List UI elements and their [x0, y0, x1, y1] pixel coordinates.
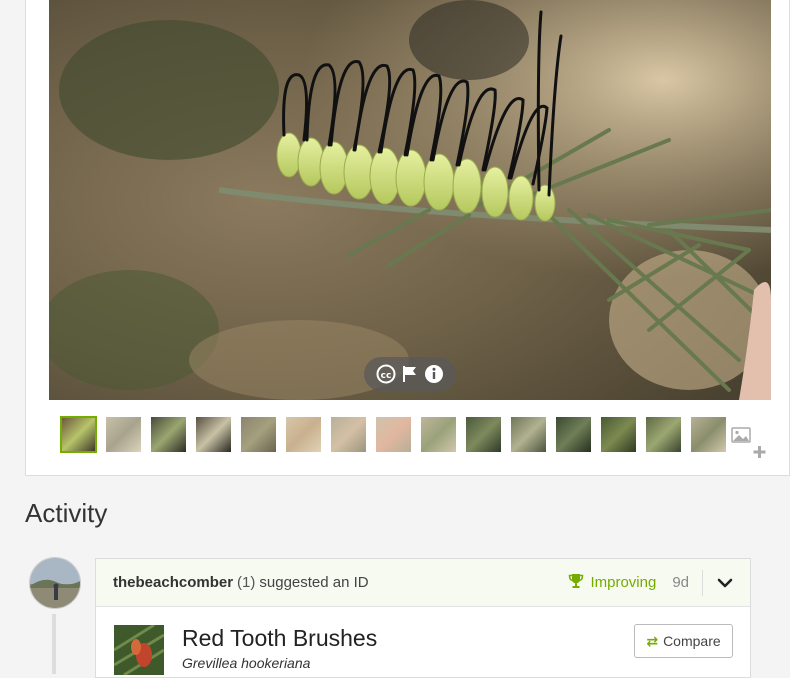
thumbnail[interactable]	[645, 416, 682, 453]
compare-label: Compare	[663, 633, 721, 649]
time-ago: 9d	[672, 574, 689, 591]
thumbnail[interactable]	[150, 416, 187, 453]
avatar[interactable]	[29, 557, 81, 609]
main-observation-photo[interactable]: cc	[49, 0, 771, 400]
activity-heading: Activity	[25, 498, 108, 528]
identification-action: suggested an ID	[259, 574, 369, 591]
thumbnail[interactable]	[240, 416, 277, 453]
thumbnail[interactable]	[60, 416, 97, 453]
improving-badge: Improving	[568, 573, 656, 593]
photo-image	[49, 0, 771, 400]
thumbnail[interactable]	[600, 416, 637, 453]
trophy-icon	[568, 573, 584, 593]
thumbnail[interactable]	[285, 416, 322, 453]
cc-license-icon[interactable]: cc	[376, 364, 396, 384]
chevron-down-icon[interactable]	[717, 577, 733, 589]
timeline-line	[52, 614, 56, 674]
svg-text:cc: cc	[381, 371, 392, 381]
thumbnail[interactable]	[195, 416, 232, 453]
thumbnail[interactable]	[510, 416, 547, 453]
add-photo-icon[interactable]	[730, 426, 770, 462]
identification-body: Red Tooth Brushes Grevillea hookeriana ⇄…	[96, 607, 750, 677]
thumbnail[interactable]	[420, 416, 457, 453]
taxon-photo[interactable]	[114, 625, 164, 675]
identification-header: thebeachcomber (1) suggested an ID Impro…	[96, 559, 750, 607]
user-link[interactable]: thebeachcomber	[113, 574, 233, 591]
user-id-count: (1)	[237, 574, 256, 591]
thumbnail[interactable]	[465, 416, 502, 453]
photo-thumbnails	[60, 416, 727, 453]
photo-panel: cc	[25, 0, 790, 476]
taxon-common-name[interactable]: Red Tooth Brushes	[182, 625, 377, 652]
info-icon[interactable]	[424, 364, 444, 384]
thumbnail[interactable]	[330, 416, 367, 453]
thumbnail[interactable]	[555, 416, 592, 453]
header-divider	[702, 569, 703, 596]
compare-button[interactable]: ⇄ Compare	[634, 624, 733, 658]
improving-label: Improving	[590, 574, 657, 591]
thumbnail[interactable]	[105, 416, 142, 453]
taxon-scientific-name[interactable]: Grevillea hookeriana	[182, 655, 310, 671]
photo-controls: cc	[364, 357, 456, 391]
flag-icon[interactable]	[402, 365, 418, 383]
compare-arrows-icon: ⇄	[646, 632, 659, 649]
thumbnail[interactable]	[690, 416, 727, 453]
identification-card: thebeachcomber (1) suggested an ID Impro…	[95, 558, 751, 678]
thumbnail[interactable]	[375, 416, 412, 453]
